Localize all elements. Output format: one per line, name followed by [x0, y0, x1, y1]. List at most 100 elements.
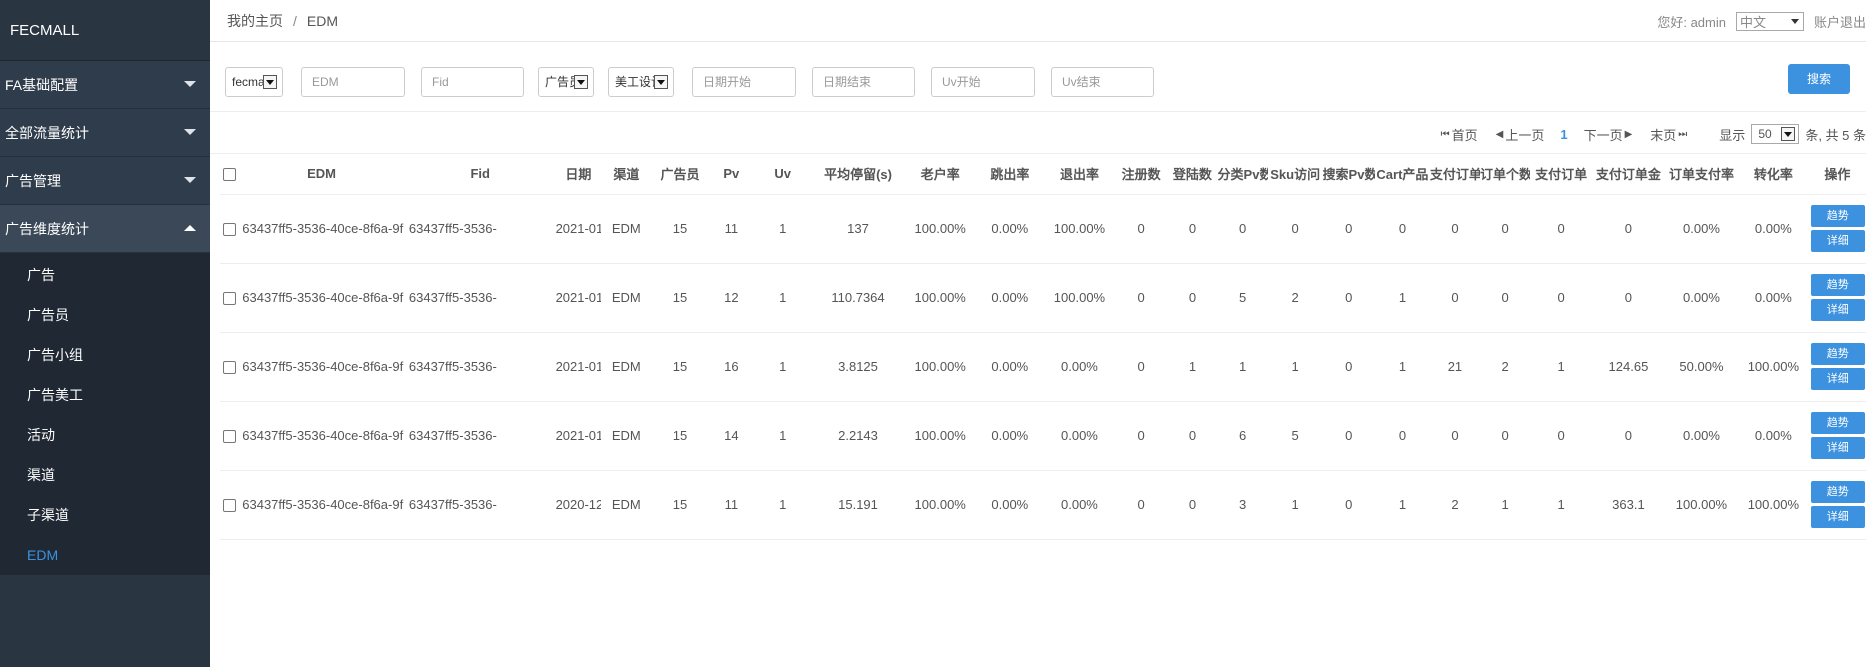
- table-cell: 63437ff5-3536-40ce-8f6a-9f: [238, 263, 405, 333]
- row-actions: 趋势 详细: [1808, 470, 1866, 540]
- sidebar-item-edm[interactable]: EDM: [0, 535, 210, 575]
- table-cell: 2: [1480, 332, 1531, 402]
- trend-button[interactable]: 趋势: [1810, 481, 1865, 503]
- row-checkbox[interactable]: [222, 499, 236, 513]
- table-cell: 0: [1375, 194, 1430, 264]
- table-cell: 0: [1167, 401, 1218, 471]
- table-cell: 0: [1114, 401, 1168, 471]
- breadcrumb-separator: /: [293, 12, 297, 29]
- col-header[interactable]: 订单个数: [1480, 154, 1531, 195]
- sidebar-item-ad-designer[interactable]: 广告美工: [0, 375, 210, 415]
- col-header[interactable]: Fid: [404, 154, 556, 195]
- menu-ad-management[interactable]: 广告管理: [0, 157, 210, 205]
- menu-fa-config[interactable]: FA基础配置: [0, 61, 210, 109]
- row-actions: 趋势 详细: [1808, 263, 1866, 333]
- row-checkbox[interactable]: [222, 292, 236, 306]
- col-header[interactable]: 日期: [555, 154, 602, 195]
- menu-traffic-stats[interactable]: 全部流量统计: [0, 109, 210, 157]
- sidebar-item-activity[interactable]: 活动: [0, 415, 210, 455]
- prev-page-link[interactable]: ◀ 上一页: [1494, 125, 1545, 144]
- trend-button[interactable]: 趋势: [1810, 343, 1865, 365]
- greeting: 您好: admin: [1657, 15, 1726, 30]
- brand-logo[interactable]: FECMALL: [0, 0, 210, 61]
- detail-button[interactable]: 详细: [1810, 506, 1865, 528]
- col-header[interactable]: 渠道: [601, 154, 652, 195]
- row-checkbox[interactable]: [222, 361, 236, 375]
- col-header[interactable]: 注册数: [1114, 154, 1168, 195]
- col-header[interactable]: 搜索Pv数: [1322, 154, 1376, 195]
- col-header[interactable]: Sku访问: [1267, 154, 1323, 195]
- breadcrumb-home[interactable]: 我的主页: [227, 11, 283, 31]
- edm-input[interactable]: EDM: [301, 67, 405, 97]
- menu-label: 广告维度统计: [5, 220, 89, 237]
- table-cell: 63437ff5-3536-: [404, 401, 556, 471]
- table-cell: 100.00%: [1737, 332, 1809, 402]
- table-cell: 0: [1530, 401, 1592, 471]
- menu-ad-dimension-stats[interactable]: 广告维度统计: [0, 205, 210, 253]
- chevron-down-icon: [1790, 19, 1799, 24]
- table-cell: 5: [1217, 263, 1268, 333]
- trend-button[interactable]: 趋势: [1810, 205, 1865, 227]
- date-start-input[interactable]: 日期开始: [692, 67, 796, 97]
- date-end-input[interactable]: 日期结束: [812, 67, 915, 97]
- sidebar-item-ad[interactable]: 广告: [0, 255, 210, 295]
- table-cell: EDM: [601, 332, 652, 402]
- adman-select[interactable]: 广告员: [538, 67, 594, 97]
- table-cell: 2021-01-10: [555, 194, 602, 264]
- col-header[interactable]: Uv: [754, 154, 812, 195]
- language-select[interactable]: 中文: [1735, 12, 1804, 31]
- table-cell: 0: [1114, 263, 1168, 333]
- next-page-link[interactable]: 下一页 ▶: [1584, 125, 1635, 144]
- table-cell: 0: [1591, 194, 1665, 264]
- row-checkbox[interactable]: [222, 223, 236, 237]
- col-header[interactable]: 广告员: [651, 154, 709, 195]
- col-header[interactable]: Pv: [708, 154, 755, 195]
- sidebar-item-adman[interactable]: 广告员: [0, 295, 210, 335]
- detail-button[interactable]: 详细: [1810, 299, 1865, 321]
- select-all-checkbox[interactable]: [222, 168, 236, 182]
- row-select-cell: [220, 263, 239, 333]
- last-page-link[interactable]: 末页 ⏭: [1650, 125, 1689, 144]
- col-header[interactable]: 分类Pv数: [1217, 154, 1268, 195]
- row-checkbox[interactable]: [222, 430, 236, 444]
- col-header[interactable]: Cart产品: [1375, 154, 1430, 195]
- col-header[interactable]: 老户率: [904, 154, 976, 195]
- sidebar-item-ad-group[interactable]: 广告小组: [0, 335, 210, 375]
- table-cell: 63437ff5-3536-40ce-8f6a-9f: [238, 332, 405, 402]
- col-header[interactable]: 平均停留(s): [811, 154, 905, 195]
- table-cell: 0: [1480, 194, 1531, 264]
- uv-end-input[interactable]: Uv结束: [1051, 67, 1154, 97]
- col-header[interactable]: 支付订单: [1429, 154, 1481, 195]
- site-select[interactable]: fecmall: [225, 67, 283, 97]
- sidebar-item-channel[interactable]: 渠道: [0, 455, 210, 495]
- submenu: 广告 广告员 广告小组 广告美工 活动 渠道 子渠道 EDM: [0, 253, 210, 575]
- table-cell: 0: [1114, 470, 1168, 540]
- col-header[interactable]: 转化率: [1737, 154, 1809, 195]
- detail-button[interactable]: 详细: [1810, 230, 1865, 252]
- table-cell: 0.00%: [975, 263, 1045, 333]
- first-page-link[interactable]: ⏮ 首页: [1439, 125, 1478, 144]
- table-cell: 63437ff5-3536-: [404, 263, 556, 333]
- col-header[interactable]: EDM: [238, 154, 405, 195]
- detail-button[interactable]: 详细: [1810, 437, 1865, 459]
- col-header[interactable]: 支付订单: [1530, 154, 1592, 195]
- search-button[interactable]: 搜索: [1788, 64, 1850, 94]
- col-header[interactable]: 退出率: [1044, 154, 1115, 195]
- fid-input[interactable]: Fid: [421, 67, 524, 97]
- table-cell: 16: [708, 332, 755, 402]
- current-page[interactable]: 1: [1560, 127, 1567, 142]
- col-header[interactable]: 登陆数: [1167, 154, 1218, 195]
- table-cell: 0.00%: [1664, 401, 1738, 471]
- row-select-cell: [220, 332, 239, 402]
- trend-button[interactable]: 趋势: [1810, 274, 1865, 296]
- uv-start-input[interactable]: Uv开始: [931, 67, 1035, 97]
- designer-select[interactable]: 美工设计: [608, 67, 674, 97]
- detail-button[interactable]: 详细: [1810, 368, 1865, 390]
- trend-button[interactable]: 趋势: [1810, 412, 1865, 434]
- col-header[interactable]: 支付订单金: [1591, 154, 1665, 195]
- logout-link[interactable]: 账户退出: [1814, 12, 1866, 31]
- col-header[interactable]: 订单支付率: [1664, 154, 1738, 195]
- sidebar-item-sub-channel[interactable]: 子渠道: [0, 495, 210, 535]
- col-header[interactable]: 跳出率: [975, 154, 1045, 195]
- page-size-select[interactable]: 50: [1751, 124, 1800, 144]
